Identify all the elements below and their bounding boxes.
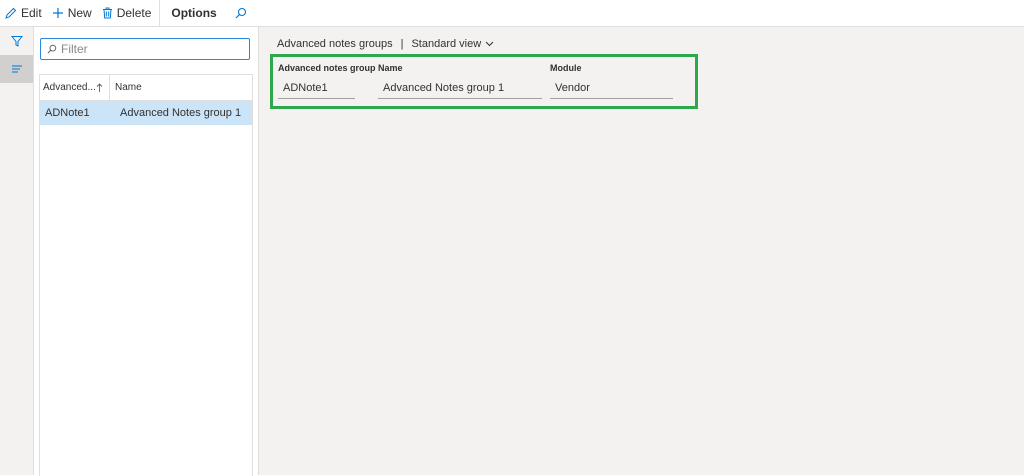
- field-label: Name: [378, 63, 403, 73]
- list-toggle-button[interactable]: [0, 55, 33, 83]
- details-highlight-frame: Advanced notes group ADNote1 Name Advanc…: [270, 54, 698, 109]
- action-toolbar: Edit New Delete Options: [0, 0, 1024, 27]
- list-pane: Advanced... Name ADNote1 Advanced Notes …: [34, 27, 259, 476]
- options-tab[interactable]: Options: [163, 0, 224, 26]
- name-value[interactable]: Advanced Notes group 1: [378, 77, 542, 99]
- pencil-icon: [5, 7, 17, 19]
- filter-input[interactable]: [57, 40, 241, 58]
- sort-ascending-icon: [96, 82, 103, 92]
- search-icon: [235, 7, 246, 19]
- column-header-advanced-notes-group[interactable]: Advanced...: [40, 75, 110, 100]
- advanced-notes-group-value[interactable]: ADNote1: [278, 77, 355, 99]
- table-row[interactable]: ADNote1 Advanced Notes group 1: [40, 101, 252, 125]
- new-button[interactable]: New: [47, 0, 97, 26]
- advanced-notes-group-field: Advanced notes group ADNote1: [278, 63, 376, 99]
- breadcrumb: Advanced notes groups | Standard view: [277, 38, 494, 50]
- filter-field[interactable]: [40, 38, 250, 60]
- view-selector[interactable]: Standard view: [411, 38, 494, 50]
- module-value[interactable]: Vendor: [550, 77, 673, 99]
- field-label: Module: [550, 63, 582, 73]
- grid-header: Advanced... Name: [40, 75, 252, 101]
- new-label: New: [67, 6, 92, 20]
- view-name: Standard view: [411, 38, 482, 50]
- plus-icon: [52, 8, 63, 18]
- records-grid: Advanced... Name ADNote1 Advanced Notes …: [39, 74, 253, 476]
- details-pane: Advanced notes groups | Standard view Ad…: [259, 27, 1024, 475]
- breadcrumb-separator: |: [400, 38, 404, 50]
- trash-icon: [102, 7, 112, 19]
- toolbar-divider: [159, 0, 161, 26]
- edit-label: Edit: [21, 6, 42, 20]
- list-icon: [11, 65, 22, 73]
- row-group-cell: ADNote1: [45, 107, 90, 119]
- search-button[interactable]: [225, 0, 261, 26]
- side-rail: [0, 27, 34, 475]
- column-header-name[interactable]: Name: [110, 75, 252, 100]
- page-title: Advanced notes groups: [277, 38, 393, 50]
- edit-button[interactable]: Edit: [0, 0, 47, 26]
- filter-pane-button[interactable]: [0, 27, 33, 55]
- chevron-down-icon: [485, 41, 494, 47]
- funnel-icon: [10, 36, 23, 47]
- search-icon: [47, 44, 57, 54]
- delete-button[interactable]: Delete: [97, 0, 157, 26]
- column-header-label: Name: [115, 82, 142, 93]
- module-field: Module Vendor: [550, 63, 673, 99]
- row-name-cell: Advanced Notes group 1: [120, 107, 242, 119]
- delete-label: Delete: [116, 6, 152, 20]
- field-label: Advanced notes group: [278, 63, 376, 73]
- column-header-label: Advanced...: [43, 82, 96, 93]
- name-field: Name Advanced Notes group 1: [378, 63, 542, 99]
